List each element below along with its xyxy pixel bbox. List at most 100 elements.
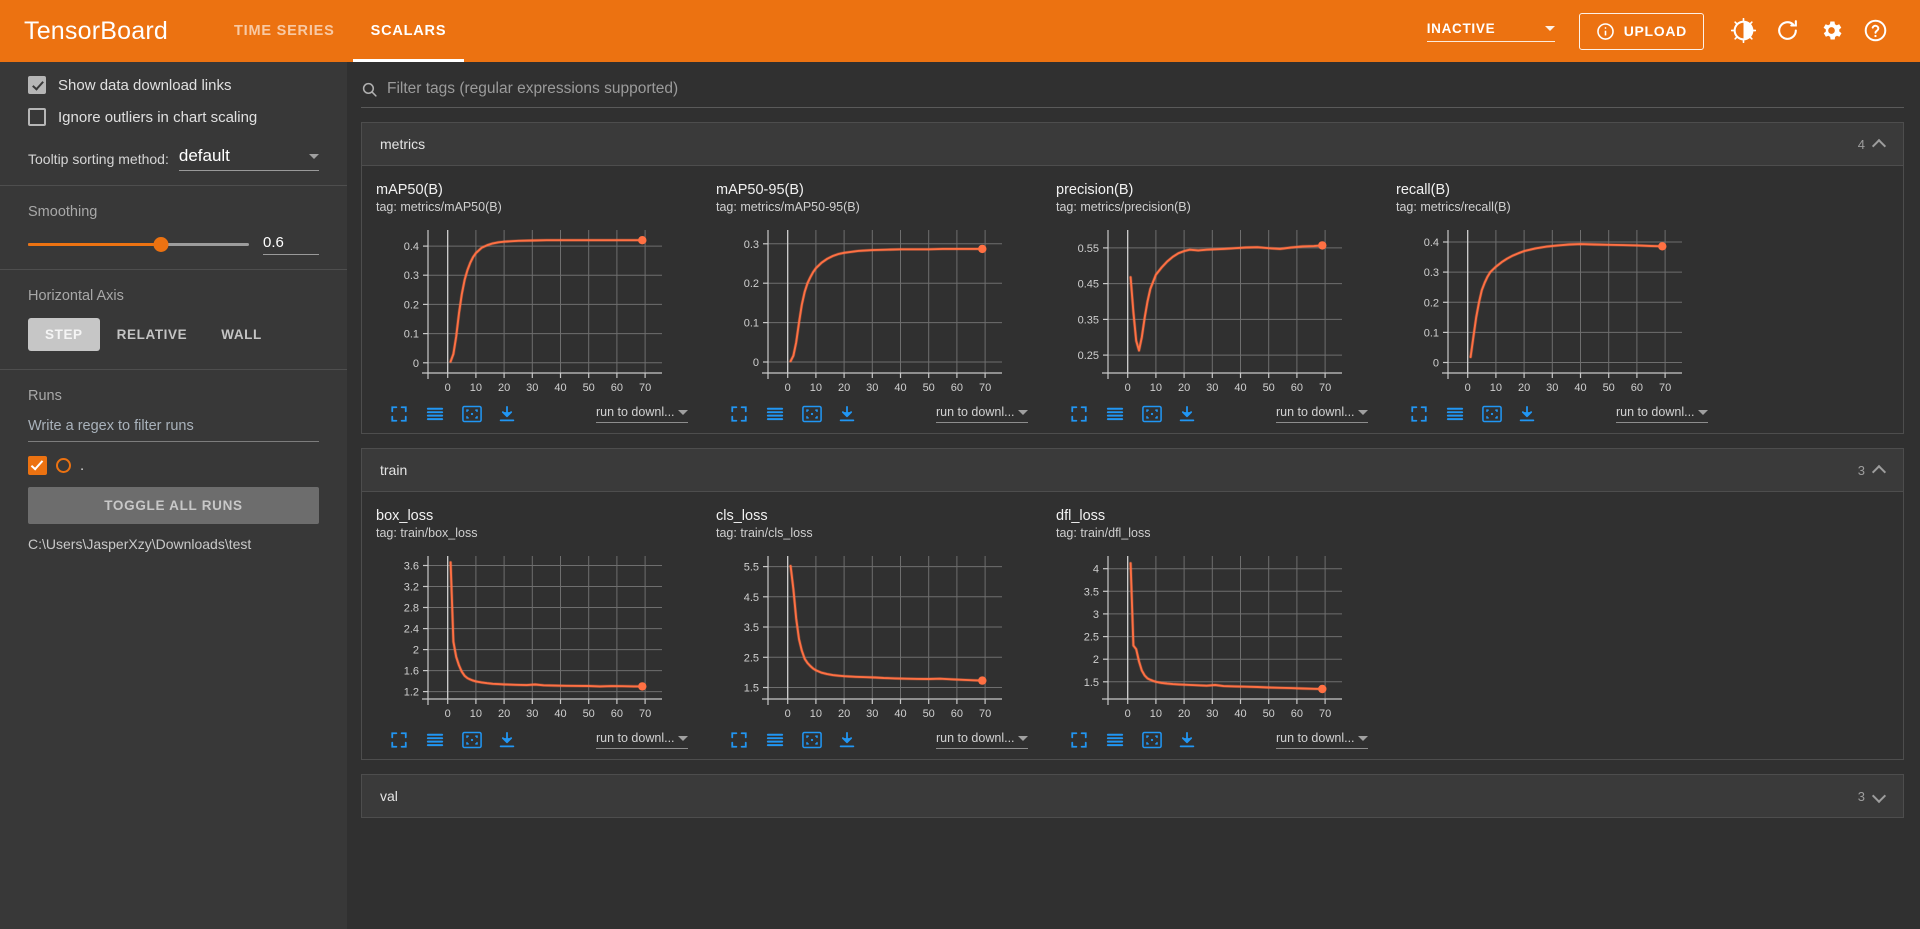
chevron-down-icon: [309, 153, 319, 159]
smoothing-value-input[interactable]: 0.6: [263, 234, 319, 255]
smoothing-slider[interactable]: [28, 237, 249, 252]
section-header-metrics[interactable]: metrics 4: [362, 123, 1903, 166]
fit-domain-icon[interactable]: [462, 731, 482, 749]
fullscreen-icon[interactable]: [730, 405, 748, 423]
svg-text:10: 10: [470, 382, 482, 394]
plot-area[interactable]: 1.5 2.5 3.5 4.5 5.5 0 10 20 30 40 50 60 70: [716, 544, 1042, 729]
show-download-links-row[interactable]: Show data download links: [28, 76, 319, 94]
page-body: Show data download links Ignore outliers…: [0, 62, 1920, 929]
svg-text:20: 20: [1518, 382, 1530, 394]
download-icon[interactable]: [1178, 405, 1196, 423]
chart-tag: tag: metrics/recall(B): [1396, 200, 1511, 214]
download-icon[interactable]: [498, 731, 516, 749]
svg-text:0.2: 0.2: [404, 299, 419, 311]
chart-tag: tag: train/box_loss: [376, 526, 478, 540]
fit-domain-icon[interactable]: [1482, 405, 1502, 423]
svg-text:60: 60: [1291, 382, 1303, 394]
axis-option-wall[interactable]: WALL: [204, 318, 279, 351]
show-download-links-checkbox[interactable]: [28, 76, 46, 94]
run-to-download-dropdown[interactable]: run to downl...: [1616, 405, 1708, 423]
tooltip-sorting-dropdown[interactable]: default: [178, 146, 319, 171]
brightness-icon[interactable]: [1731, 18, 1757, 44]
svg-text:70: 70: [1319, 382, 1331, 394]
plot-area[interactable]: 0 0.1 0.2 0.3 0.4 0 10 20 30 40 50 60 70: [376, 218, 702, 403]
data-table-icon[interactable]: [426, 405, 444, 423]
ignore-outliers-label: Ignore outliers in chart scaling: [58, 108, 258, 126]
fullscreen-icon[interactable]: [390, 731, 408, 749]
tab-time-series[interactable]: TIME SERIES: [216, 0, 353, 62]
svg-text:2: 2: [413, 645, 419, 657]
fullscreen-icon[interactable]: [1070, 405, 1088, 423]
toolbar-actions: INACTIVE UPLOAD: [1426, 12, 1920, 50]
fit-domain-icon[interactable]: [802, 405, 822, 423]
svg-text:0: 0: [445, 708, 451, 720]
download-icon[interactable]: [1518, 405, 1536, 423]
plot-area[interactable]: 0 0.1 0.2 0.3 0.4 0 10 20 30 40 50 60 70: [1396, 218, 1722, 403]
data-table-icon[interactable]: [426, 731, 444, 749]
ignore-outliers-checkbox[interactable]: [28, 108, 46, 126]
reload-status-dropdown[interactable]: INACTIVE: [1426, 21, 1555, 42]
run-to-download-dropdown[interactable]: run to downl...: [596, 405, 688, 423]
plot-area[interactable]: 1.5 2 2.5 3 3.5 4 0 10 20 30 40 50 60 70: [1056, 544, 1382, 729]
run-to-download-dropdown[interactable]: run to downl...: [1276, 731, 1368, 749]
download-icon[interactable]: [498, 405, 516, 423]
section-title-metrics: metrics: [380, 136, 426, 152]
runs-filter-input[interactable]: Write a regex to filter runs: [28, 418, 319, 442]
data-table-icon[interactable]: [1446, 405, 1464, 423]
fit-domain-icon[interactable]: [802, 731, 822, 749]
run-list-item[interactable]: .: [28, 456, 319, 475]
fullscreen-icon[interactable]: [1410, 405, 1428, 423]
fit-domain-icon[interactable]: [1142, 405, 1162, 423]
chart-card-recall: recall(B) tag: metrics/recall(B) 0 0.1 0.2…: [1388, 174, 1728, 427]
svg-text:20: 20: [498, 382, 510, 394]
run-color-swatch[interactable]: [56, 458, 71, 473]
section-card-val: val 3: [361, 774, 1904, 818]
ignore-outliers-row[interactable]: Ignore outliers in chart scaling: [28, 108, 319, 126]
tooltip-sorting-row: Tooltip sorting method: default: [28, 146, 319, 171]
download-icon[interactable]: [838, 731, 856, 749]
data-table-icon[interactable]: [766, 405, 784, 423]
section-header-val[interactable]: val 3: [362, 775, 1903, 817]
svg-text:20: 20: [838, 708, 850, 720]
chart-card-map50-95: mAP50-95(B) tag: metrics/mAP50-95(B) 0 0.…: [708, 174, 1048, 427]
refresh-icon[interactable]: [1775, 18, 1801, 44]
fit-domain-icon[interactable]: [462, 405, 482, 423]
axis-option-step[interactable]: STEP: [28, 318, 100, 351]
tab-scalars[interactable]: SCALARS: [352, 0, 465, 62]
fullscreen-icon[interactable]: [1070, 731, 1088, 749]
chevron-down-icon[interactable]: [1874, 791, 1885, 802]
tag-filter-bar[interactable]: Filter tags (regular expressions support…: [361, 80, 1904, 108]
axis-option-relative[interactable]: RELATIVE: [100, 318, 205, 351]
section-header-train[interactable]: train 3: [362, 449, 1903, 492]
svg-text:0.2: 0.2: [1424, 297, 1439, 309]
run-checkbox[interactable]: [28, 456, 47, 475]
plot-area[interactable]: 0.25 0.35 0.45 0.55 0 10 20 30 40 50 60 70: [1056, 218, 1382, 403]
download-icon[interactable]: [838, 405, 856, 423]
help-icon[interactable]: [1863, 18, 1889, 44]
chevron-up-icon[interactable]: [1874, 465, 1885, 476]
plot-area[interactable]: 0 0.1 0.2 0.3 0 10 20 30 40 50 60 70: [716, 218, 1042, 403]
tag-filter-input[interactable]: Filter tags (regular expressions support…: [387, 80, 678, 98]
run-to-download-dropdown[interactable]: run to downl...: [596, 731, 688, 749]
fullscreen-icon[interactable]: [390, 405, 408, 423]
toggle-all-runs-button[interactable]: TOGGLE ALL RUNS: [28, 487, 319, 524]
data-table-icon[interactable]: [1106, 405, 1124, 423]
top-app-bar: TensorBoard TIME SERIES SCALARS INACTIVE…: [0, 0, 1920, 62]
smoothing-slider-handle[interactable]: [153, 237, 169, 252]
run-to-download-dropdown[interactable]: run to downl...: [936, 405, 1028, 423]
svg-text:60: 60: [1631, 382, 1643, 394]
fit-domain-icon[interactable]: [1142, 731, 1162, 749]
download-icon[interactable]: [1178, 731, 1196, 749]
upload-button[interactable]: UPLOAD: [1578, 12, 1704, 50]
data-table-icon[interactable]: [1106, 731, 1124, 749]
run-to-download-dropdown[interactable]: run to downl...: [936, 731, 1028, 749]
run-to-download-dropdown[interactable]: run to downl...: [1276, 405, 1368, 423]
plot-area[interactable]: 1.2 1.6 2 2.4 2.8 3.2 3.6 0 10 20 30 40 50 60 70: [376, 544, 702, 729]
chevron-up-icon[interactable]: [1874, 139, 1885, 150]
chart-controls: run to downl...: [716, 405, 1042, 423]
data-table-icon[interactable]: [766, 731, 784, 749]
svg-text:0.55: 0.55: [1078, 243, 1099, 255]
fullscreen-icon[interactable]: [730, 731, 748, 749]
svg-text:4: 4: [1093, 564, 1099, 576]
settings-gear-icon[interactable]: [1819, 18, 1845, 44]
